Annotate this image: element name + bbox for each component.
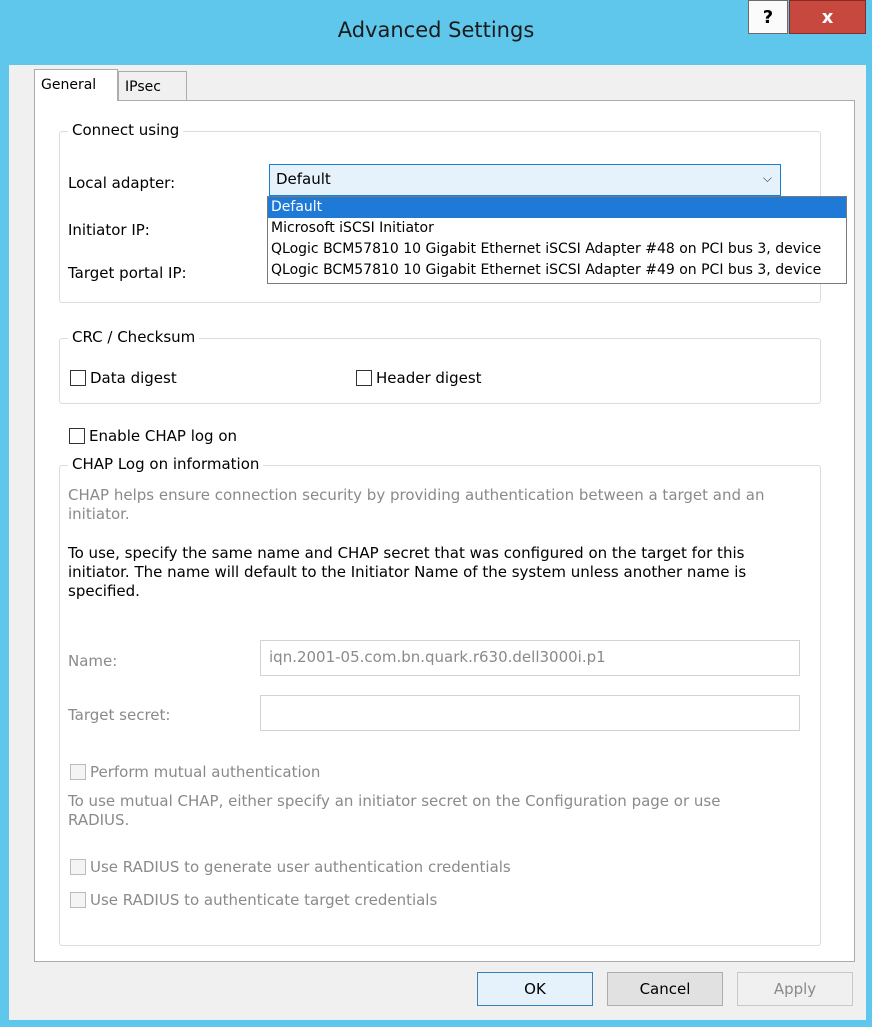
enable-chap-checkbox[interactable]: Enable CHAP log on (69, 427, 237, 445)
close-icon: x (821, 6, 834, 28)
title-bar: Advanced Settings ? x (0, 0, 872, 65)
checkbox-box (70, 892, 86, 908)
radius-auth-label: Use RADIUS to authenticate target creden… (90, 891, 438, 909)
chap-info-label: CHAP Log on information (68, 455, 264, 473)
chap-intro-text: CHAP helps ensure connection security by… (68, 486, 765, 523)
target-secret-label: Target secret: (68, 706, 171, 724)
mutual-auth-label: Perform mutual authentication (90, 763, 321, 781)
cancel-button[interactable]: Cancel (607, 972, 723, 1006)
target-secret-input[interactable] (260, 695, 800, 731)
local-adapter-value: Default (276, 170, 331, 188)
chap-instructions-text: To use, specify the same name and CHAP s… (68, 544, 747, 600)
data-digest-checkbox[interactable]: Data digest (70, 369, 177, 387)
local-adapter-label: Local adapter: (68, 174, 176, 192)
checkbox-box (70, 764, 86, 780)
checkbox-box (70, 370, 86, 386)
checkbox-box (69, 428, 85, 444)
close-button[interactable]: x (789, 0, 866, 34)
data-digest-label: Data digest (90, 369, 177, 387)
dropdown-option[interactable]: QLogic BCM57810 10 Gigabit Ethernet iSCS… (268, 239, 846, 260)
chap-name-input[interactable]: iqn.2001-05.com.bn.quark.r630.dell3000i.… (260, 640, 800, 676)
checkbox-box (70, 859, 86, 875)
local-adapter-dropdown: Default Microsoft iSCSI Initiator QLogic… (267, 196, 847, 284)
apply-button[interactable]: Apply (737, 972, 853, 1006)
chevron-down-icon: ⌵ (762, 171, 772, 185)
dropdown-option[interactable]: Microsoft iSCSI Initiator (268, 218, 846, 239)
initiator-ip-label: Initiator IP: (68, 221, 150, 239)
crc-checksum-group: CRC / Checksum Data digest Header digest (59, 328, 821, 404)
help-button[interactable]: ? (748, 0, 788, 34)
window-title: Advanced Settings (337, 18, 535, 42)
help-icon: ? (762, 6, 774, 28)
enable-chap-label: Enable CHAP log on (89, 427, 238, 445)
tab-general[interactable]: General (34, 69, 118, 101)
chap-name-label: Name: (68, 652, 118, 670)
tab-ipsec[interactable]: IPsec (118, 71, 187, 101)
crc-checksum-label: CRC / Checksum (68, 328, 200, 346)
connect-using-label: Connect using (68, 121, 184, 139)
dialog-client-area: General IPsec Connect using Local adapte… (9, 65, 866, 1020)
ok-button[interactable]: OK (477, 972, 593, 1006)
mutual-auth-checkbox[interactable]: Perform mutual authentication (70, 763, 320, 781)
local-adapter-select[interactable]: Default ⌵ (269, 164, 781, 196)
radius-auth-checkbox[interactable]: Use RADIUS to authenticate target creden… (70, 891, 437, 909)
chap-info-group: CHAP Log on information CHAP helps ensur… (59, 455, 821, 946)
checkbox-box (356, 370, 372, 386)
radius-generate-label: Use RADIUS to generate user authenticati… (90, 858, 511, 876)
target-portal-ip-label: Target portal IP: (68, 264, 187, 282)
radius-generate-checkbox[interactable]: Use RADIUS to generate user authenticati… (70, 858, 511, 876)
header-digest-label: Header digest (376, 369, 482, 387)
advanced-settings-window: Advanced Settings ? x General IPsec Conn… (0, 0, 872, 1027)
general-tab-panel: Connect using Local adapter: Default ⌵ I… (34, 100, 855, 962)
dropdown-option[interactable]: QLogic BCM57810 10 Gigabit Ethernet iSCS… (268, 260, 846, 281)
dropdown-option[interactable]: Default (268, 197, 846, 218)
mutual-auth-note: To use mutual CHAP, either specify an in… (68, 792, 721, 829)
header-digest-checkbox[interactable]: Header digest (356, 369, 482, 387)
chap-name-value: iqn.2001-05.com.bn.quark.r630.dell3000i.… (269, 648, 606, 666)
